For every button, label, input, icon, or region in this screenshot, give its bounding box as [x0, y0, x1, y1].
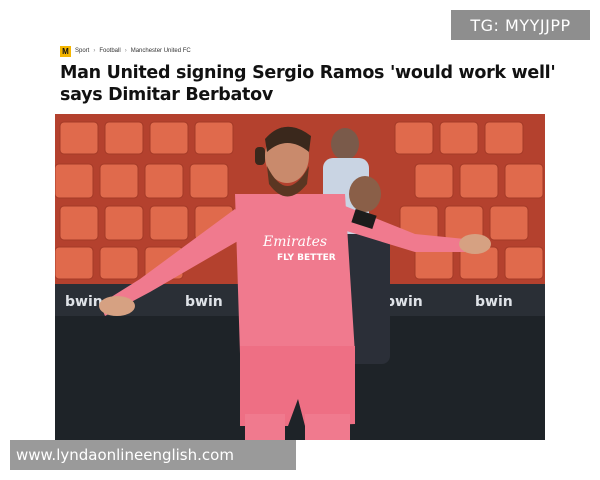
breadcrumb-item-sport[interactable]: Sport [75, 48, 89, 54]
breadcrumb-separator: › [93, 48, 96, 54]
article-headline: Man United signing Sergio Ramos 'would w… [60, 63, 556, 105]
ad-board-text: bwin [475, 294, 513, 310]
breadcrumb-item-football[interactable]: Football [99, 48, 120, 54]
breadcrumb-separator: › [124, 48, 127, 54]
shirt-slogan: FLY BETTER [277, 253, 336, 263]
tg-watermark: TG: MYYJJPP [451, 10, 590, 40]
breadcrumb-item-man-united[interactable]: Manchester United FC [131, 48, 191, 54]
ad-board-text: bwin [385, 294, 423, 310]
site-url-banner: www.lyndaonlineenglish.com [10, 440, 296, 470]
ad-board-text: bwin [185, 294, 223, 310]
shirt-sponsor: Emirates [262, 234, 327, 250]
ad-board-text: bwin [65, 294, 103, 310]
article-photo: bwin bwin bwin bwin Emirates FLY BETTER [55, 114, 545, 440]
brand-logo[interactable]: M [60, 45, 71, 57]
breadcrumb: M Sport › Football › Manchester United F… [60, 45, 191, 57]
